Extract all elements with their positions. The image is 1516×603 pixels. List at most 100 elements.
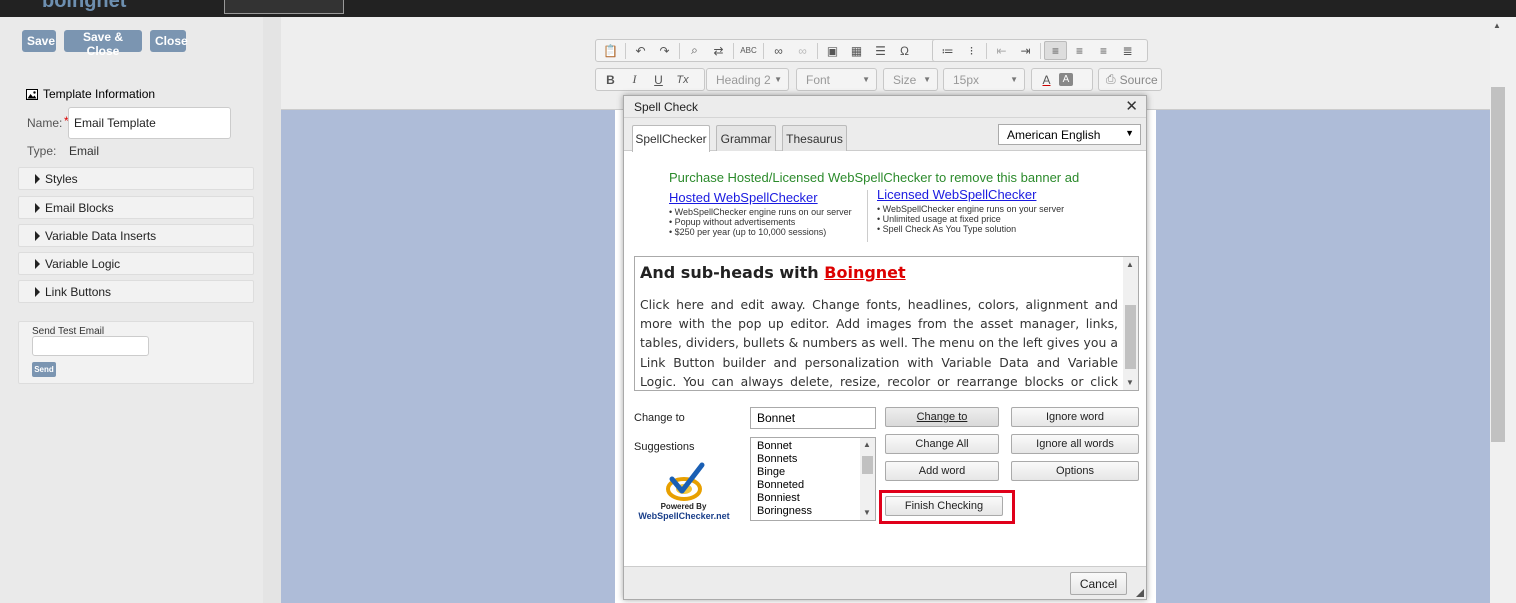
horizontal-line-icon[interactable]: ☰ (869, 41, 892, 60)
close-button[interactable]: Close (150, 30, 188, 52)
size-dropdown[interactable]: Size ▼ (883, 68, 938, 91)
list-item[interactable]: Boringness (757, 505, 812, 517)
unlink-icon[interactable]: ∞ (791, 41, 814, 60)
scroll-thumb[interactable] (862, 456, 873, 474)
licensed-line: • Unlimited usage at fixed price (877, 214, 1001, 224)
finish-checking-button[interactable]: Finish Checking (885, 496, 1003, 516)
licensed-line: • Spell Check As You Type solution (877, 224, 1017, 234)
source-button[interactable]: ⎙ Source (1098, 68, 1162, 91)
find-icon[interactable]: ⌕ (683, 41, 706, 60)
numbered-list-icon[interactable]: ≔ (936, 41, 959, 60)
misspelled-word: Boingnet (824, 263, 906, 282)
save-close-button[interactable]: Save & Close (64, 30, 142, 58)
italic-icon[interactable]: I (623, 70, 646, 89)
text-preview[interactable]: And sub-heads with Boingnet Click here a… (634, 256, 1139, 391)
resize-grip-icon[interactable] (1136, 589, 1144, 597)
size-value: Size (893, 72, 917, 87)
language-select[interactable]: American English ▼ (998, 124, 1141, 145)
preview-heading: And sub-heads with Boingnet (640, 263, 906, 282)
list-item[interactable]: Binge (757, 466, 785, 478)
bold-icon[interactable]: B (599, 70, 622, 89)
list-item[interactable]: Bonnets (757, 453, 797, 465)
scroll-up-icon[interactable]: ▲ (1493, 21, 1501, 30)
align-left-icon[interactable]: ≡ (1044, 41, 1067, 60)
bg-color-icon[interactable]: A (1059, 73, 1073, 86)
list-item[interactable]: Bonnet (757, 440, 792, 452)
align-center-icon[interactable]: ≡ (1068, 41, 1091, 60)
scroll-thumb[interactable] (1491, 87, 1505, 442)
section-label: Link Buttons (45, 284, 112, 299)
test-email-input[interactable] (32, 336, 149, 356)
list-item[interactable]: Bonneted (757, 479, 804, 491)
section-variable-logic[interactable]: Variable Logic (18, 252, 254, 275)
format-dropdown[interactable]: Heading 2 ▼ (706, 68, 789, 91)
licensed-link[interactable]: Licensed WebSpellChecker (877, 187, 1097, 203)
left-sidebar: Save Save & Close Close Template Informa… (0, 17, 263, 603)
insert-image-icon[interactable]: ▣ (821, 41, 844, 60)
hosted-line: • WebSpellChecker engine runs on our ser… (669, 207, 852, 217)
text-color-icon[interactable]: A (1035, 70, 1058, 89)
scroll-thumb[interactable] (1125, 305, 1136, 369)
template-name-input[interactable] (68, 107, 231, 139)
save-button[interactable]: Save (22, 30, 56, 52)
tab-grammar[interactable]: Grammar (716, 125, 776, 151)
section-link-buttons[interactable]: Link Buttons (18, 280, 254, 303)
spell-check-dialog: Spell Check ✕ SpellChecker Grammar Thesa… (623, 95, 1147, 600)
outdent-icon[interactable]: ⇤ (990, 41, 1013, 60)
special-char-icon[interactable]: Ω (893, 41, 916, 60)
dialog-title: Spell Check (634, 100, 699, 114)
preview-scrollbar[interactable]: ▲ ▼ (1123, 257, 1138, 390)
banner-divider (867, 190, 868, 242)
tab-spellchecker[interactable]: SpellChecker (632, 125, 710, 152)
ignore-all-words-button[interactable]: Ignore all words (1011, 434, 1139, 454)
indent-icon[interactable]: ⇥ (1014, 41, 1037, 60)
align-justify-icon[interactable]: ≣ (1116, 41, 1139, 60)
redo-icon[interactable]: ↷ (653, 41, 676, 60)
cancel-button[interactable]: Cancel (1070, 572, 1127, 595)
link-icon[interactable]: ∞ (767, 41, 790, 60)
suggestions-list[interactable]: Bonnet Bonnets Binge Bonneted Bonniest B… (750, 437, 876, 521)
underline-icon[interactable]: U (647, 70, 670, 89)
send-test-button[interactable]: Send (32, 362, 56, 377)
scroll-up-icon[interactable]: ▲ (1126, 260, 1134, 269)
send-test-email-panel: Send Test Email Send (18, 321, 254, 384)
scroll-down-icon[interactable]: ▼ (1126, 378, 1134, 387)
replace-icon[interactable]: ⇄ (707, 41, 730, 60)
paste-icon[interactable]: 📋 (599, 41, 622, 60)
align-right-icon[interactable]: ≡ (1092, 41, 1115, 60)
scroll-down-icon[interactable]: ▼ (863, 508, 871, 517)
undo-icon[interactable]: ↶ (629, 41, 652, 60)
suggestions-scrollbar[interactable]: ▲ ▼ (860, 438, 875, 520)
close-icon[interactable]: ✕ (1125, 97, 1138, 115)
bullet-list-icon[interactable]: ⁝ (960, 41, 983, 60)
options-button[interactable]: Options (1011, 461, 1139, 481)
section-styles[interactable]: Styles (18, 167, 254, 190)
line-height-dropdown[interactable]: 15px ▼ (943, 68, 1025, 91)
list-item[interactable]: Bonniest (757, 492, 800, 504)
font-value: Font (806, 72, 831, 87)
scroll-up-icon[interactable]: ▲ (863, 440, 871, 449)
language-value: American English (1007, 128, 1101, 142)
tab-thesaurus[interactable]: Thesaurus (782, 125, 847, 151)
webspellchecker-name: WebSpellChecker.net (638, 511, 730, 521)
svg-text:boingnet: boingnet (42, 0, 127, 12)
add-word-button[interactable]: Add word (885, 461, 999, 481)
font-dropdown[interactable]: Font ▼ (796, 68, 877, 91)
remove-format-icon[interactable]: Tx (671, 70, 694, 89)
expand-triangle-icon (35, 230, 40, 241)
change-all-button[interactable]: Change All (885, 434, 999, 454)
top-bar: boingnet (0, 0, 1516, 17)
section-variable-data-inserts[interactable]: Variable Data Inserts (18, 224, 254, 247)
insert-table-icon[interactable]: ▦ (845, 41, 868, 60)
page-scrollbar[interactable]: ▲ (1490, 17, 1516, 603)
hosted-line: • Popup without advertisements (669, 217, 796, 227)
source-label: Source (1119, 72, 1158, 87)
hosted-link[interactable]: Hosted WebSpellChecker (669, 190, 864, 206)
ignore-word-button[interactable]: Ignore word (1011, 407, 1139, 427)
change-to-button[interactable]: Change to (885, 407, 999, 427)
top-bar-field[interactable] (224, 0, 344, 14)
spellcheck-icon[interactable]: ABC (737, 41, 760, 60)
section-email-blocks[interactable]: Email Blocks (18, 196, 254, 219)
change-to-input[interactable] (750, 407, 876, 429)
section-label: Email Blocks (45, 200, 114, 215)
